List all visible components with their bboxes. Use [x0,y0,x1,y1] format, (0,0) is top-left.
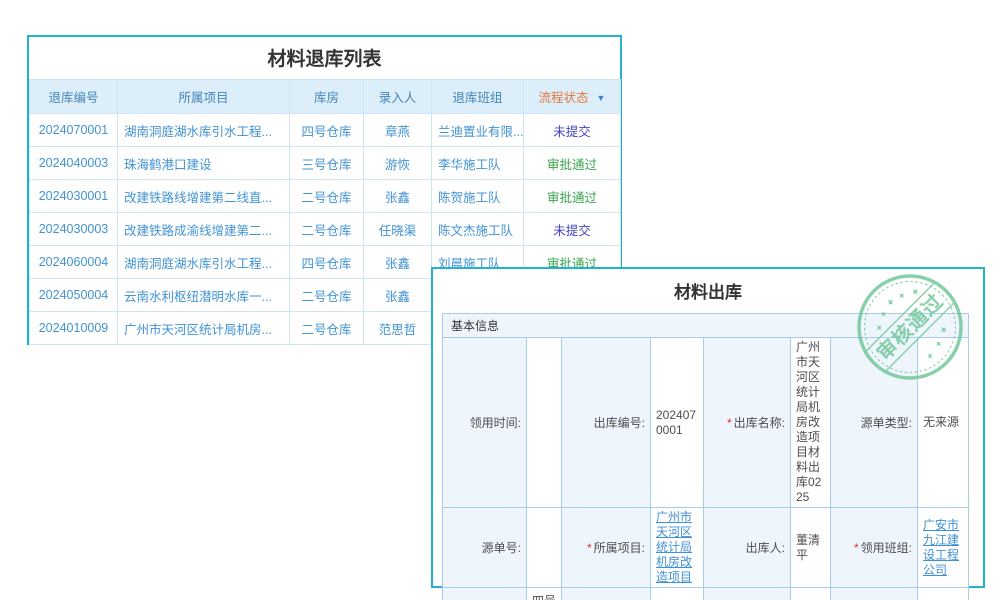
field-collector: 董清平 [651,588,704,600]
cell-return-id[interactable]: 2024030003 [30,213,118,246]
cell-warehouse: 四号仓库 [290,114,364,147]
outbound-title: 材料出库 [433,269,983,313]
return-list-title: 材料退库列表 [29,37,620,79]
cell-team: 陈贺施工队 [432,180,524,213]
cell-project: 改建铁路成渝线增建第二... [118,213,290,246]
label-collect-team: *领用班组: [831,508,918,588]
cell-status: 未提交 [524,114,621,147]
label-source-no: 源单号: [443,508,527,588]
table-header-row: 退库编号 所属项目 库房 录入人 退库班组 流程状态▼ [30,80,621,114]
outbound-form-table: 基本信息 领用时间: 出库编号: 2024070001 *出库名称: 广州市天河… [442,313,969,600]
required-asterisk: * [587,541,592,555]
cell-entrant: 游恢 [364,147,432,180]
field-empty [791,588,831,600]
project-link[interactable]: 广州市天河区统计局机房改造项目 [656,510,692,584]
field-source-type: 无来源 [918,338,969,508]
col-entrant: 录入人 [364,80,432,114]
label-source-type: 源单类型: [831,338,918,508]
cell-project: 珠海鹤港口建设 [118,147,290,180]
label-collector: 领用人: [562,588,651,600]
required-asterisk: * [854,541,859,555]
label-outbound-person: 出库人: [704,508,791,588]
cell-entrant: 张鑫 [364,246,432,279]
field-outbound-no: 2024070001 [651,338,704,508]
cell-team: 陈文杰施工队 [432,213,524,246]
label-project: *所属项目: [562,508,651,588]
cell-return-id[interactable]: 2024070001 [30,114,118,147]
label-outbound-name: *出库名称: [704,338,791,508]
cell-entrant: 任晓渠 [364,213,432,246]
cell-team: 李华施工队 [432,147,524,180]
required-asterisk: * [727,416,732,430]
field-outbound-person: 董清平 [791,508,831,588]
cell-warehouse: 二号仓库 [290,213,364,246]
cell-entrant: 范思哲 [364,312,432,345]
screen: 材料退库列表 退库编号 所属项目 库房 录入人 退库班组 流程状态▼ 20240… [0,0,1000,600]
cell-entrant: 张鑫 [364,180,432,213]
col-warehouse: 库房 [290,80,364,114]
label-warehouse: *库房: [443,588,527,600]
field-outbound-name: 广州市天河区统计局机房改造项目材料出库0225 [791,338,831,508]
field-warehouse: 四号仓库 [527,588,562,600]
cell-project: 湖南洞庭湖水库引水工程... [118,114,290,147]
cell-project: 湖南洞庭湖水库引水工程... [118,246,290,279]
field-empty [918,588,969,600]
cell-return-id[interactable]: 2024010009 [30,312,118,345]
label-empty [831,588,918,600]
field-collect-time [527,338,562,508]
cell-project: 云南水利枢纽潜明水库一... [118,279,290,312]
col-status-filter[interactable]: 流程状态▼ [524,80,621,114]
table-row[interactable]: 2024040003 珠海鹤港口建设 三号仓库 游恢 李华施工队 审批通过 [30,147,621,180]
cell-return-id[interactable]: 2024050004 [30,279,118,312]
col-project: 所属项目 [118,80,290,114]
table-row[interactable]: 2024070001 湖南洞庭湖水库引水工程... 四号仓库 章燕 兰迪置业有限… [30,114,621,147]
cell-return-id[interactable]: 2024060004 [30,246,118,279]
filter-dropdown-icon[interactable]: ▼ [597,93,606,103]
table-row[interactable]: 2024030003 改建铁路成渝线增建第二... 二号仓库 任晓渠 陈文杰施工… [30,213,621,246]
cell-status: 审批通过 [524,180,621,213]
cell-project: 广州市天河区统计局机房... [118,312,290,345]
col-return-id: 退库编号 [30,80,118,114]
cell-warehouse: 四号仓库 [290,246,364,279]
col-team: 退库班组 [432,80,524,114]
outbound-panel: 材料出库 基本信息 领用时间: 出库编号: 2024070001 *出库名称: … [431,267,985,588]
cell-entrant: 张鑫 [364,279,432,312]
field-project: 广州市天河区统计局机房改造项目 [651,508,704,588]
cell-warehouse: 二号仓库 [290,312,364,345]
cell-warehouse: 二号仓库 [290,180,364,213]
section-basic-info: 基本信息 [443,314,969,338]
cell-entrant: 章燕 [364,114,432,147]
cell-return-id[interactable]: 2024040003 [30,147,118,180]
label-empty [704,588,791,600]
label-collect-time: 领用时间: [443,338,527,508]
cell-status: 审批通过 [524,147,621,180]
field-collect-team: 广安市九江建设工程公司 [918,508,969,588]
cell-project: 改建铁路线增建第二线直... [118,180,290,213]
table-row[interactable]: 2024030001 改建铁路线增建第二线直... 二号仓库 张鑫 陈贺施工队 … [30,180,621,213]
cell-return-id[interactable]: 2024030001 [30,180,118,213]
cell-team: 兰迪置业有限... [432,114,524,147]
cell-warehouse: 三号仓库 [290,147,364,180]
collect-team-link[interactable]: 广安市九江建设工程公司 [923,518,959,577]
cell-status: 未提交 [524,213,621,246]
cell-warehouse: 二号仓库 [290,279,364,312]
label-outbound-no: 出库编号: [562,338,651,508]
field-source-no [527,508,562,588]
